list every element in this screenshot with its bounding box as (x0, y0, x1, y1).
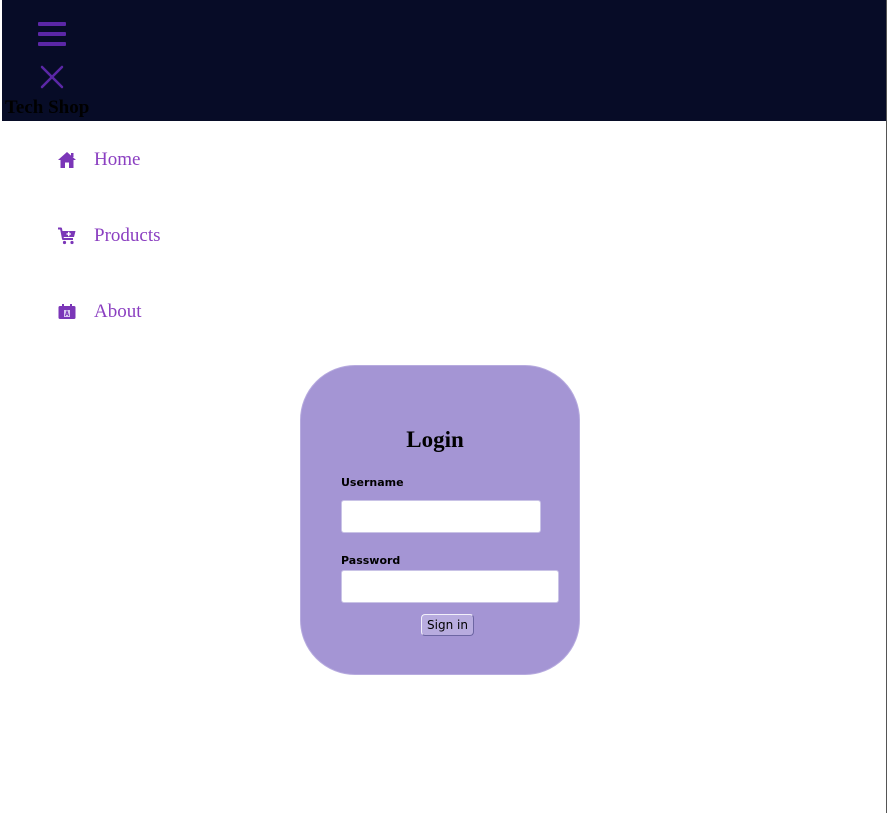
nav-item-label: Home (94, 149, 141, 170)
sign-in-button[interactable]: Sign in (421, 614, 474, 636)
home-icon (57, 150, 77, 170)
password-label: Password (341, 554, 401, 567)
cart-plus-icon (57, 226, 77, 246)
nav-item-products[interactable]: Products (57, 222, 161, 250)
password-field[interactable] (341, 570, 559, 603)
site-header: Tech Shop (2, 0, 886, 121)
nav-item-label: About (94, 301, 142, 322)
nav-item-label: Products (94, 225, 161, 246)
login-title: Login (406, 427, 464, 452)
username-label: Username (341, 476, 404, 489)
nav-item-home[interactable]: Home (57, 146, 140, 174)
hamburger-menu-icon[interactable] (36, 20, 68, 48)
login-card: Login Username Password Sign in (300, 365, 580, 675)
close-icon[interactable] (39, 64, 65, 90)
nav-item-about[interactable]: About (57, 298, 142, 326)
brand-title: Tech Shop (5, 97, 90, 118)
calendar-badge-icon (57, 302, 77, 322)
username-field[interactable] (341, 500, 541, 533)
